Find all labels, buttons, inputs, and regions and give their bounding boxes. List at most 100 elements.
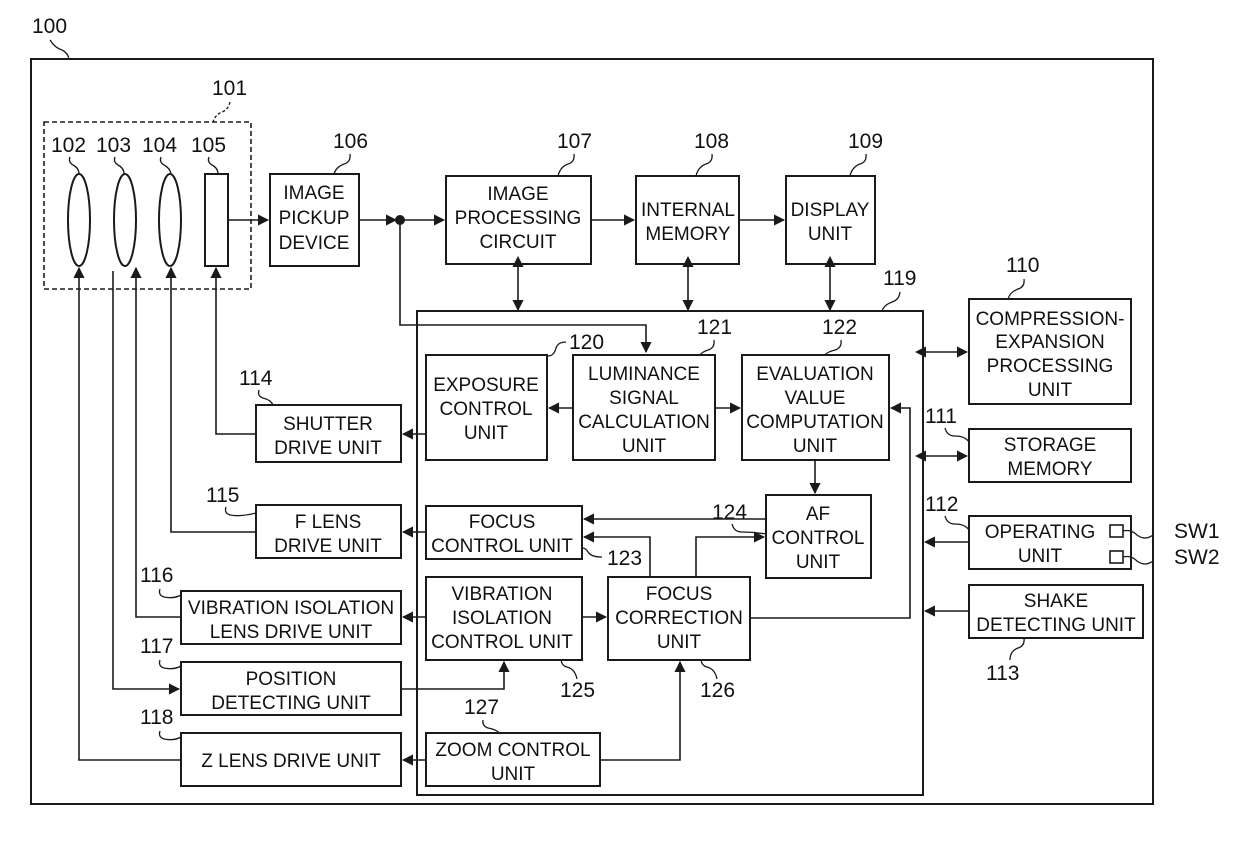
evaluation-label-2: VALUE <box>785 388 846 409</box>
camera-block-diagram: 100 101 102 103 104 105 106 IMAGE PICKUP… <box>30 15 1220 805</box>
vibration-control-label-2: ISOLATION <box>452 608 552 629</box>
compression-label-1: COMPRESSION- <box>976 309 1125 330</box>
leader-112 <box>944 515 970 531</box>
lens-103 <box>113 173 137 267</box>
ref-102: 102 <box>51 134 86 157</box>
focus-correction-label-1: FOCUS <box>646 584 713 605</box>
exposure-label-3: UNIT <box>464 423 509 444</box>
ref-127: 127 <box>464 696 499 719</box>
vibration-lens-drive-label-1: VIBRATION ISOLATION <box>188 598 394 619</box>
ref-101: 101 <box>212 77 247 100</box>
vibration-control-label-1: VIBRATION <box>452 584 553 605</box>
ref-120: 120 <box>569 331 604 354</box>
leader-109 <box>849 153 867 177</box>
vibration-lens-drive-label-2: LENS DRIVE UNIT <box>210 622 373 643</box>
shake-label-1: SHAKE <box>1024 591 1088 612</box>
exposure-label-1: EXPOSURE <box>433 375 539 396</box>
luminance-label-4: UNIT <box>622 436 667 457</box>
wire-126-124 <box>695 531 766 577</box>
ref-113: 113 <box>986 662 1019 685</box>
image-pickup-label-2: PICKUP <box>279 208 350 229</box>
image-processing-label-1: IMAGE <box>487 184 548 205</box>
ref-116: 116 <box>140 564 173 587</box>
evaluation-label-1: EVALUATION <box>756 364 874 385</box>
leader-116 <box>158 588 182 599</box>
ref-111: 111 <box>925 405 957 428</box>
leader-120 <box>547 341 567 357</box>
display-unit-label-1: DISPLAY <box>791 200 870 221</box>
ref-125: 125 <box>560 679 595 702</box>
leader-121 <box>699 339 715 356</box>
ref-124: 124 <box>712 501 747 524</box>
display-unit-label-2: UNIT <box>808 224 853 245</box>
leader-126 <box>700 659 718 680</box>
wire-103-117 <box>112 271 181 695</box>
ref-100: 100 <box>32 15 67 38</box>
image-processing-label-3: CIRCUIT <box>479 232 556 253</box>
leader-105 <box>207 156 219 175</box>
leader-103 <box>113 156 125 175</box>
wire-118-102 <box>73 266 181 761</box>
luminance-label-1: LUMINANCE <box>588 364 700 385</box>
leader-101 <box>212 101 231 123</box>
ref-107: 107 <box>557 130 592 153</box>
focus-correction-label-2: CORRECTION <box>615 608 743 629</box>
storage-memory-label-2: MEMORY <box>1007 459 1092 480</box>
image-processing-label-2: PROCESSING <box>455 208 582 229</box>
focus-control-label-1: FOCUS <box>469 512 536 533</box>
shutter-105 <box>204 173 229 267</box>
leader-123 <box>581 547 603 558</box>
ref-108: 108 <box>694 130 729 153</box>
image-pickup-label-3: DEVICE <box>279 233 350 254</box>
ref-103: 103 <box>96 134 131 157</box>
ref-112: 112 <box>925 493 958 516</box>
ref-106: 106 <box>333 130 368 153</box>
evaluation-label-3: COMPUTATION <box>746 412 884 433</box>
storage-memory-label-1: STORAGE <box>1004 435 1097 456</box>
operating-unit-label-1: OPERATING <box>985 522 1096 543</box>
internal-memory-label-2: MEMORY <box>645 224 730 245</box>
ref-105: 105 <box>191 134 226 157</box>
ref-119: 119 <box>883 267 916 290</box>
sw2-label: SW2 <box>1174 546 1220 569</box>
leader-125 <box>560 659 578 680</box>
leader-107 <box>557 153 575 177</box>
ref-110: 110 <box>1006 254 1039 277</box>
leader-119 <box>881 291 901 312</box>
leader-111 <box>944 427 970 443</box>
zoom-control-label-2: UNIT <box>491 764 536 785</box>
leader-100 <box>49 39 70 60</box>
ref-114: 114 <box>239 367 273 390</box>
switch-sw1[interactable] <box>1109 524 1124 538</box>
internal-memory-label-1: INTERNAL <box>641 200 735 221</box>
ref-117: 117 <box>140 635 173 658</box>
ref-123: 123 <box>607 547 642 570</box>
sw1-label: SW1 <box>1174 520 1220 543</box>
wire-114-105 <box>210 266 256 435</box>
zoom-control-label-1: ZOOM CONTROL <box>435 740 590 761</box>
focus-correction-label-3: UNIT <box>657 632 702 653</box>
af-label-1: AF <box>806 504 830 525</box>
position-detecting-label-1: POSITION <box>246 669 337 690</box>
leader-108 <box>695 153 713 177</box>
compression-label-4: UNIT <box>1028 380 1073 401</box>
ref-115: 115 <box>206 484 239 507</box>
ref-109: 109 <box>848 130 883 153</box>
luminance-label-3: CALCULATION <box>578 412 710 433</box>
shake-label-2: DETECTING UNIT <box>976 615 1136 636</box>
leader-117 <box>158 659 182 670</box>
shutter-drive-label-1: SHUTTER <box>283 414 373 435</box>
leader-122 <box>824 339 842 356</box>
shutter-drive-label-2: DRIVE UNIT <box>274 438 382 459</box>
position-detecting-label-2: DETECTING UNIT <box>211 693 371 714</box>
focus-control-label-2: CONTROL UNIT <box>431 536 573 557</box>
exposure-label-2: CONTROL <box>440 399 533 420</box>
vibration-control-label-3: CONTROL UNIT <box>431 632 573 653</box>
ref-118: 118 <box>140 706 173 729</box>
evaluation-label-4: UNIT <box>793 436 838 457</box>
ref-104: 104 <box>142 134 177 157</box>
af-label-3: UNIT <box>796 552 841 573</box>
ref-126: 126 <box>700 679 735 702</box>
leader-110 <box>1007 278 1025 300</box>
switch-sw2[interactable] <box>1109 550 1124 564</box>
